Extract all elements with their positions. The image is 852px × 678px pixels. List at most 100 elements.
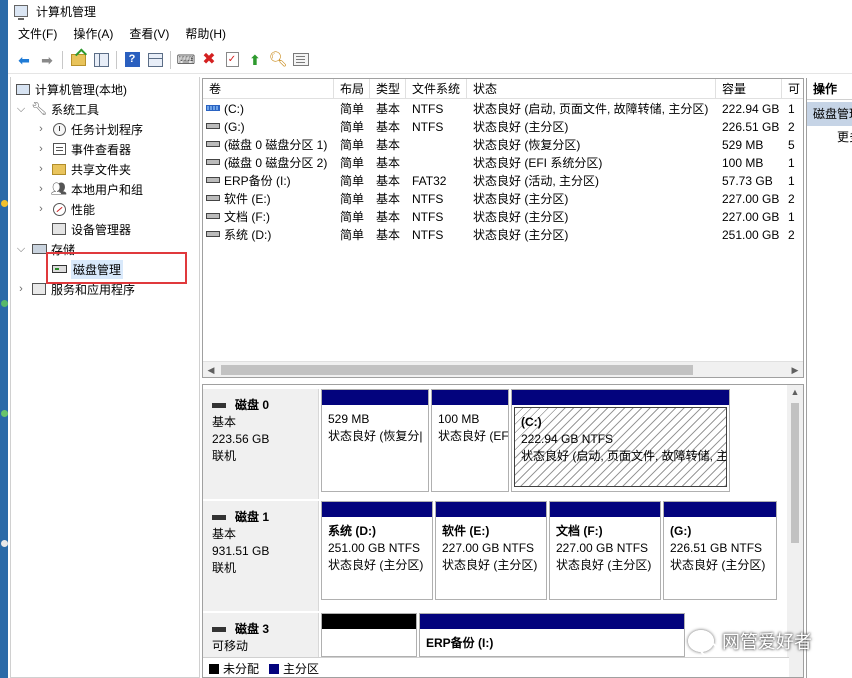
- volume-cell-fs: NTFS: [406, 190, 467, 208]
- partition[interactable]: 529 MB 状态良好 (恢复分|: [321, 389, 429, 492]
- scroll-up-icon[interactable]: ▲: [787, 387, 803, 397]
- column-header-status[interactable]: 状态: [467, 79, 716, 99]
- chevron-right-icon[interactable]: ›: [35, 203, 47, 215]
- volume-cell-layout: 简单: [334, 208, 370, 226]
- volume-row[interactable]: (磁盘 0 磁盘分区 1) 简单 基本 状态良好 (恢复分区) 529 MB 5: [203, 136, 803, 154]
- volume-cell-text: 状态良好 (恢复分区): [473, 138, 581, 152]
- partition[interactable]: 100 MB 状态良好 (EFI: [431, 389, 509, 492]
- show-action-pane-button[interactable]: [145, 50, 165, 70]
- scroll-left-icon[interactable]: ◀: [203, 362, 219, 377]
- tree-item-root[interactable]: 计算机管理(本地): [15, 79, 127, 99]
- volume-cell-text: 基本: [376, 138, 401, 152]
- menu-action[interactable]: 操作(A): [65, 24, 121, 44]
- scroll-right-icon[interactable]: ▶: [787, 362, 803, 377]
- disk-name: 磁盘 1: [235, 510, 270, 524]
- actions-section-disk-management[interactable]: 磁盘管理: [807, 102, 852, 126]
- tree-item-system-tools[interactable]: ⌵ 🔧︎ 系统工具: [15, 99, 99, 119]
- partition[interactable]: [321, 613, 417, 657]
- tree-item-task-scheduler[interactable]: › 任务计划程序: [35, 119, 143, 139]
- check-button[interactable]: ✓: [222, 50, 242, 70]
- volume-cell-text: 状态良好 (活动, 主分区): [473, 174, 599, 188]
- disk-kind: 基本: [212, 415, 237, 429]
- up-folder-button[interactable]: [68, 50, 88, 70]
- column-header-free[interactable]: 可: [782, 79, 803, 99]
- tree-item-event-viewer[interactable]: › 事件查看器: [35, 139, 131, 159]
- tree-item-performance[interactable]: › 性能: [35, 199, 95, 219]
- chevron-right-icon[interactable]: ›: [35, 183, 47, 195]
- volume-cell-text: 1: [788, 156, 795, 170]
- tree-label: 系统工具: [51, 102, 100, 117]
- volume-row[interactable]: 系统 (D:) 简单 基本 NTFS 状态良好 (主分区) 251.00 GB 2: [203, 226, 803, 244]
- volume-cell-status: 状态良好 (主分区): [467, 226, 716, 244]
- volume-cell-status: 状态良好 (启动, 页面文件, 故障转储, 主分区): [467, 100, 716, 118]
- toolbar-separator: [170, 50, 171, 69]
- tree-item-device-manager[interactable]: 设备管理器: [51, 219, 131, 239]
- partition-status: 状态良好 (启动, 页面文件, 故障转储, 主: [521, 449, 727, 463]
- volume-icon: [206, 195, 220, 201]
- disk-name: 磁盘 0: [235, 398, 270, 412]
- connect-button[interactable]: ⌨: [176, 50, 196, 70]
- column-header-capacity[interactable]: 容量: [716, 79, 782, 99]
- chevron-down-icon[interactable]: ⌵: [15, 103, 27, 116]
- volume-cell-text: 简单: [340, 192, 365, 206]
- chevron-right-icon[interactable]: ›: [15, 283, 27, 295]
- scrollbar-thumb[interactable]: [791, 403, 799, 543]
- toolbar-separator: [116, 50, 117, 69]
- volume-cell-type: 基本: [370, 136, 406, 154]
- volume-row[interactable]: (磁盘 0 磁盘分区 2) 简单 基本 状态良好 (EFI 系统分区) 100 MB 1: [203, 154, 803, 172]
- back-button[interactable]: ⬅: [14, 50, 34, 70]
- title-bar[interactable]: 计算机管理: [8, 0, 852, 22]
- volume-cell-type: 基本: [370, 190, 406, 208]
- volume-row[interactable]: (G:) 简单 基本 NTFS 状态良好 (主分区) 226.51 GB 2: [203, 118, 803, 136]
- search-button[interactable]: 🔍︎: [268, 50, 288, 70]
- volume-cell-vol: 文档 (F:): [203, 208, 334, 226]
- volume-row[interactable]: 软件 (E:) 简单 基本 NTFS 状态良好 (主分区) 227.00 GB 2: [203, 190, 803, 208]
- volume-row[interactable]: (C:) 简单 基本 NTFS 状态良好 (启动, 页面文件, 故障转储, 主分区) 22…: [203, 100, 803, 118]
- column-header-layout[interactable]: 布局: [334, 79, 370, 99]
- partition-size: 251.00 GB NTFS: [328, 541, 421, 555]
- up-button[interactable]: ⬆: [245, 50, 265, 70]
- volume-cell-fs: NTFS: [406, 226, 467, 244]
- chevron-right-icon[interactable]: ›: [35, 163, 47, 175]
- menu-view[interactable]: 查看(V): [121, 24, 177, 44]
- show-hide-tree-button[interactable]: [91, 50, 111, 70]
- menu-file[interactable]: 文件(F): [10, 24, 65, 44]
- properties-button[interactable]: [291, 50, 311, 70]
- partition-label: 软件 (E:): [442, 524, 490, 538]
- volume-cell-free: 2: [782, 190, 803, 208]
- chevron-right-icon[interactable]: ›: [35, 143, 47, 155]
- partition-selected[interactable]: (C:) 222.94 GB NTFS 状态良好 (启动, 页面文件, 故障转储…: [511, 389, 730, 492]
- tree-item-local-users[interactable]: › 👥︎ 本地用户和组: [35, 179, 143, 199]
- delete-button[interactable]: ✖: [199, 50, 219, 70]
- tree-item-shared-folders[interactable]: › 共享文件夹: [35, 159, 131, 179]
- more-actions-link[interactable]: 更多操作: [807, 126, 852, 148]
- column-header-volume[interactable]: 卷: [203, 79, 334, 99]
- partition[interactable]: 文档 (F:) 227.00 GB NTFS 状态良好 (主分区): [549, 501, 661, 600]
- menu-help[interactable]: 帮助(H): [177, 24, 234, 44]
- volume-row[interactable]: ERP备份 (I:) 简单 基本 FAT32 状态良好 (活动, 主分区) 57.73 G…: [203, 172, 803, 190]
- volume-cell-free: 1: [782, 172, 803, 190]
- column-header-filesystem[interactable]: 文件系统: [406, 79, 467, 99]
- volume-cell-text: 简单: [340, 120, 365, 134]
- help-button[interactable]: ?: [122, 50, 142, 70]
- volume-cell-fs: [406, 136, 467, 154]
- unallocated-partition-bar: [322, 614, 416, 629]
- volume-row[interactable]: 文档 (F:) 简单 基本 NTFS 状态良好 (主分区) 227.00 GB 1: [203, 208, 803, 226]
- partition[interactable]: 系统 (D:) 251.00 GB NTFS 状态良好 (主分区): [321, 501, 433, 600]
- watermark: 网管爱好者: [688, 625, 812, 657]
- horizontal-scrollbar[interactable]: ◀ ▶: [203, 361, 803, 377]
- scrollbar-thumb[interactable]: [221, 365, 693, 375]
- disk-info[interactable]: 磁盘 3 可移动: [203, 613, 319, 657]
- column-header-type[interactable]: 类型: [370, 79, 406, 99]
- tree-label: 事件查看器: [71, 142, 132, 157]
- partition[interactable]: 软件 (E:) 227.00 GB NTFS 状态良好 (主分区): [435, 501, 547, 600]
- partition[interactable]: (G:) 226.51 GB NTFS 状态良好 (主分区): [663, 501, 777, 600]
- disk-info[interactable]: 磁盘 1 基本 931.51 GB 联机: [203, 501, 319, 611]
- tree-label: 性能: [71, 202, 96, 217]
- chevron-right-icon[interactable]: ›: [35, 123, 47, 135]
- disk-size: 223.56 GB: [212, 432, 270, 446]
- chevron-down-icon[interactable]: ⌵: [15, 243, 27, 256]
- disk-info[interactable]: 磁盘 0 基本 223.56 GB 联机: [203, 389, 319, 499]
- forward-button[interactable]: ➡: [37, 50, 57, 70]
- partition[interactable]: ERP备份 (I:): [419, 613, 685, 657]
